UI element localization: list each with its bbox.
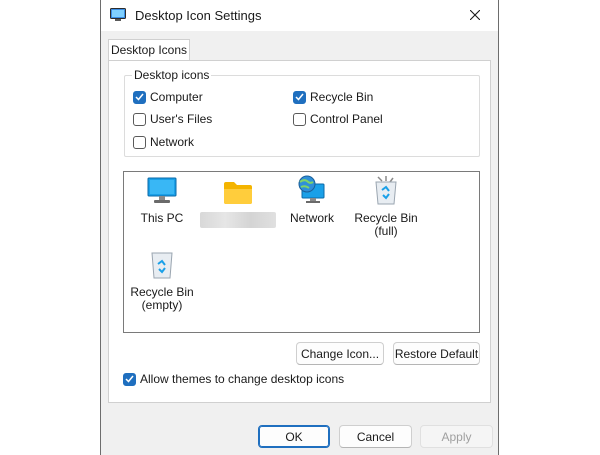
checkbox-box[interactable]	[293, 112, 306, 126]
folder-icon	[223, 181, 253, 208]
apply-button[interactable]: Apply	[420, 425, 493, 448]
recycle-bin-empty-icon	[150, 249, 174, 282]
change-icon-button[interactable]: Change Icon...	[296, 342, 384, 365]
list-item-users-files[interactable]	[198, 178, 278, 231]
checkbox-label: User's Files	[150, 112, 213, 126]
checkbox-label: Computer	[150, 90, 203, 104]
monitor-icon	[147, 177, 177, 208]
obscured-icon-label	[200, 212, 276, 228]
checkbox-box[interactable]	[133, 135, 146, 149]
icon-label-line2: (full)	[374, 224, 398, 238]
ok-button[interactable]: OK	[258, 425, 330, 448]
window-title: Desktop Icon Settings	[135, 8, 262, 23]
desktop-icons-list[interactable]: This PC Network Recycle Bin (full) Recyc…	[123, 171, 480, 333]
display-settings-icon	[110, 8, 126, 22]
checkbox-label: Allow themes to change desktop icons	[140, 372, 345, 386]
checkbox-box[interactable]	[293, 90, 306, 104]
checkbox-label: Recycle Bin	[310, 90, 374, 104]
icon-label-line1: Recycle Bin	[130, 285, 194, 299]
restore-default-button[interactable]: Restore Default	[393, 342, 480, 365]
list-item-network[interactable]: Network	[272, 175, 352, 225]
cancel-button[interactable]: Cancel	[339, 425, 412, 448]
desktop-icons-panel: Desktop icons Computer Recycle Bin User'…	[108, 60, 491, 403]
recycle-bin-checkbox[interactable]: Recycle Bin	[293, 90, 373, 104]
desktop-icon-settings-dialog: Desktop Icon Settings Desktop Icons Desk…	[100, 0, 499, 455]
network-checkbox[interactable]: Network	[133, 135, 194, 149]
checkbox-box[interactable]	[123, 372, 136, 386]
list-item-recycle-bin-empty[interactable]: Recycle Bin (empty)	[122, 252, 202, 312]
checkbox-box[interactable]	[133, 112, 146, 126]
allow-themes-checkbox[interactable]: Allow themes to change desktop icons	[123, 372, 344, 386]
users-files-checkbox[interactable]: User's Files	[133, 112, 212, 126]
icon-label: This PC	[140, 211, 184, 225]
title-bar: Desktop Icon Settings	[101, 0, 498, 31]
desktop-icons-group: Desktop icons Computer Recycle Bin User'…	[124, 68, 480, 157]
recycle-bin-full-icon	[374, 175, 398, 208]
control-panel-checkbox[interactable]: Control Panel	[293, 112, 383, 126]
close-button[interactable]	[452, 0, 498, 31]
list-item-recycle-bin-full[interactable]: Recycle Bin (full)	[346, 175, 426, 238]
list-item-this-pc[interactable]: This PC	[122, 177, 202, 225]
checkbox-box[interactable]	[133, 90, 146, 104]
checkbox-label: Control Panel	[310, 112, 383, 126]
group-label: Desktop icons	[132, 68, 212, 82]
tab-strip: Desktop Icons	[101, 31, 498, 61]
icon-label-line2: (empty)	[141, 298, 183, 312]
close-icon	[469, 9, 481, 23]
checkbox-label: Network	[150, 135, 195, 149]
computer-checkbox[interactable]: Computer	[133, 90, 203, 104]
network-globe-icon	[296, 175, 328, 208]
icon-label: Network	[289, 211, 334, 225]
tab-desktop-icons[interactable]: Desktop Icons	[108, 39, 190, 61]
icon-label-line1: Recycle Bin	[354, 211, 418, 225]
